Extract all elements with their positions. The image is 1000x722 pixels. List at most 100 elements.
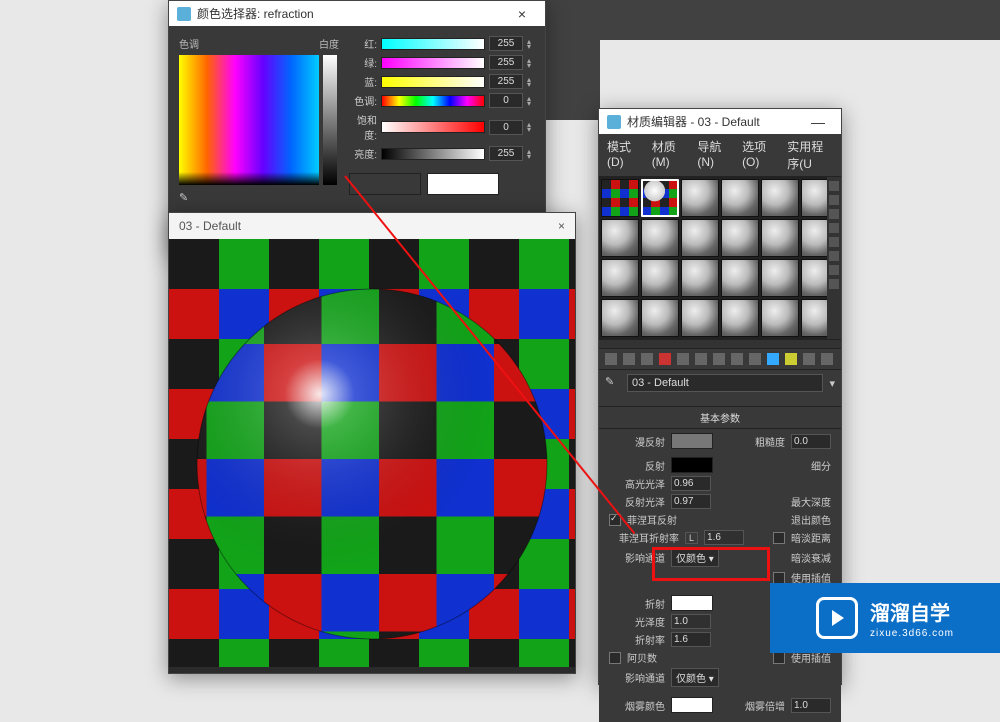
label-subdiv: 细分 [811,458,831,473]
material-slot[interactable] [761,259,799,297]
tool-icon[interactable] [623,353,635,365]
slider-val[interactable] [381,148,485,160]
gradient-field[interactable] [179,55,319,185]
menu-mode[interactable]: 模式(D) [607,138,638,172]
use-interp-t-checkbox[interactable] [773,652,785,664]
side-tool-icon[interactable] [829,279,839,289]
menu-utilities[interactable]: 实用程序(U [787,138,833,172]
hilight-input[interactable]: 0.96 [671,476,711,491]
tool-icon[interactable] [767,353,779,365]
gloss-t-input[interactable]: 1.0 [671,614,711,629]
tool-icon[interactable] [641,353,653,365]
tool-icon[interactable] [695,353,707,365]
value-b[interactable]: 255 [489,74,523,89]
material-slot[interactable] [681,179,719,217]
close-icon[interactable]: × [558,219,565,233]
slider-hue[interactable] [381,95,485,107]
tool-icon[interactable] [713,353,725,365]
roughness-input[interactable]: 0.0 [791,434,831,449]
abbe-checkbox[interactable] [609,652,621,664]
lock-icon[interactable]: L [685,532,698,544]
spinner-icon[interactable]: ▴▾ [527,39,535,49]
material-slot[interactable] [601,259,639,297]
material-slot[interactable] [641,259,679,297]
preview-titlebar: 03 - Default × [169,213,575,239]
tool-icon[interactable] [821,353,833,365]
tool-icon[interactable] [803,353,815,365]
spinner-icon[interactable]: ▴▾ [527,96,535,106]
fresnel-ior-input[interactable]: 1.6 [704,530,744,545]
close-icon[interactable]: × [507,6,537,22]
slider-r[interactable] [381,38,485,50]
material-slot[interactable] [721,259,759,297]
material-editor-title: 材质编辑器 - 03 - Default [627,113,760,130]
refract-swatch[interactable] [671,595,713,611]
refl-gloss-input[interactable]: 0.97 [671,494,711,509]
menu-options[interactable]: 选项(O) [742,138,773,172]
side-tool-icon[interactable] [829,181,839,191]
material-slot[interactable] [721,219,759,257]
material-slot[interactable] [681,259,719,297]
minimize-icon[interactable]: — [803,114,833,130]
slider-b[interactable] [381,76,485,88]
material-name-input[interactable] [627,374,823,392]
spinner-icon[interactable]: ▴▾ [527,149,535,159]
preview-viewport[interactable] [169,239,575,667]
menu-material[interactable]: 材质(M) [652,138,684,172]
diffuse-swatch[interactable] [671,433,713,449]
side-tool-icon[interactable] [829,223,839,233]
material-slot[interactable] [641,219,679,257]
side-tool-icon[interactable] [829,237,839,247]
value-val[interactable]: 255 [489,146,523,161]
eyedropper-icon[interactable]: ✎ [605,375,621,391]
tab-white[interactable]: 白度 [319,36,339,51]
fog-swatch[interactable] [671,697,713,713]
fresnel-checkbox[interactable] [609,514,621,526]
side-tool-icon[interactable] [829,265,839,275]
material-slot[interactable] [601,219,639,257]
ior-input[interactable]: 1.6 [671,632,711,647]
side-tool-icon[interactable] [829,251,839,261]
affect-channel-t-select[interactable]: 仅颜色 ▾ [671,668,719,687]
value-g[interactable]: 255 [489,55,523,70]
value-r[interactable]: 255 [489,36,523,51]
menu-navigate[interactable]: 导航(N) [697,138,728,172]
material-slot[interactable] [681,219,719,257]
material-slot[interactable] [601,179,639,217]
material-slot[interactable] [601,299,639,337]
material-slot[interactable] [761,219,799,257]
slider-g[interactable] [381,57,485,69]
tool-icon[interactable] [677,353,689,365]
spinner-icon[interactable]: ▴▾ [527,77,535,87]
dim-distance-checkbox[interactable] [773,532,785,544]
slider-sat[interactable] [381,121,485,133]
eyedropper-icon[interactable]: ✎ [179,191,195,207]
affect-channel-select[interactable]: 仅颜色 ▾ [671,548,719,567]
tool-icon[interactable] [731,353,743,365]
value-slider[interactable] [323,55,337,185]
material-slot[interactable] [641,179,679,217]
fog-mult-input[interactable]: 1.0 [791,698,831,713]
current-color-swatch[interactable] [427,173,499,195]
value-hue[interactable]: 0 [489,93,523,108]
material-slot[interactable] [681,299,719,337]
tab-hue[interactable]: 色调 [179,36,199,51]
tool-icon[interactable] [785,353,797,365]
delete-icon[interactable] [659,353,671,365]
label-gloss-t: 光泽度 [609,614,665,629]
material-slot[interactable] [761,179,799,217]
tool-icon[interactable] [749,353,761,365]
material-slot[interactable] [761,299,799,337]
value-sat[interactable]: 0 [489,120,523,135]
spinner-icon[interactable]: ▴▾ [527,58,535,68]
use-interp-checkbox[interactable] [773,572,785,584]
side-tool-icon[interactable] [829,209,839,219]
reflect-swatch[interactable] [671,457,713,473]
material-slot[interactable] [641,299,679,337]
dropdown-icon[interactable]: ▾ [829,377,835,390]
spinner-icon[interactable]: ▴▾ [527,122,535,132]
material-slot[interactable] [721,179,759,217]
material-slot[interactable] [721,299,759,337]
side-tool-icon[interactable] [829,195,839,205]
tool-icon[interactable] [605,353,617,365]
